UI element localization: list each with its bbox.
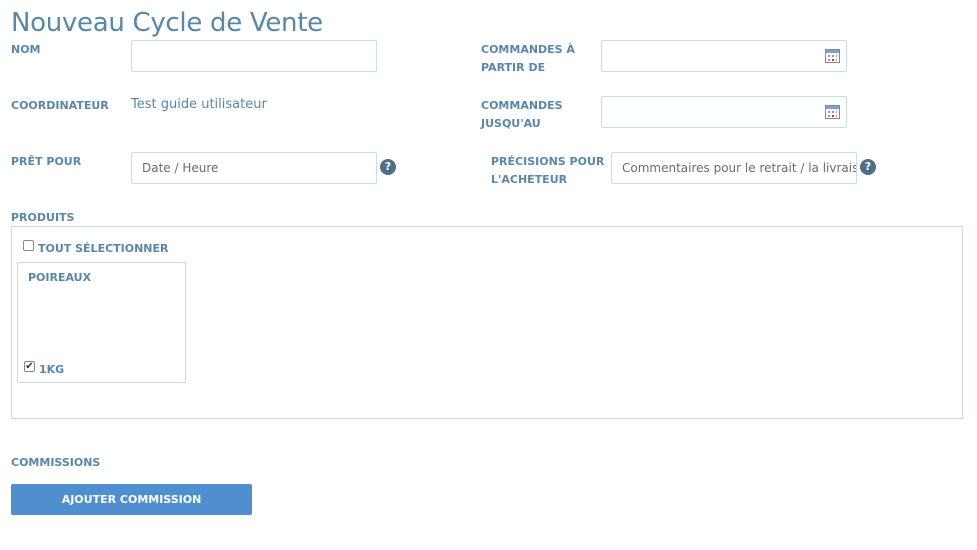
buyer-details-input[interactable]: Commentaires pour le retrait / la livrai…	[611, 152, 857, 184]
nom-label: NOM	[11, 43, 41, 56]
select-all-label[interactable]: TOUT SÉLECTIONNER	[38, 242, 169, 255]
buyer-details-label: PRÉCISIONS POUR L'ACHETEUR	[491, 155, 605, 186]
orders-until-date-input[interactable]	[601, 96, 847, 128]
variant-label[interactable]: 1KG	[39, 363, 64, 376]
orders-from-date-input[interactable]	[601, 40, 847, 72]
product-name: POIREAUX	[28, 271, 92, 284]
question-circle-icon[interactable]: ?	[380, 159, 396, 175]
add-coordinator-commission-button[interactable]: AJOUTER COMMISSION COORDINATEUR	[11, 484, 252, 537]
commissions-label: COMMISSIONS	[11, 456, 101, 469]
ready-for-datetime-input[interactable]: Date / Heure	[131, 152, 377, 184]
orders-until-label: COMMANDES JUSQU'AU	[481, 99, 563, 130]
variant-checkbox[interactable]: ✔	[24, 361, 35, 372]
products-label: PRODUITS	[11, 211, 75, 224]
page-title: Nouveau Cycle de Vente	[11, 8, 323, 38]
calendar-icon[interactable]	[825, 49, 840, 63]
nom-input[interactable]	[131, 40, 377, 72]
coordinator-label: COORDINATEUR	[11, 99, 109, 112]
calendar-icon[interactable]	[825, 105, 840, 119]
ready-for-label: PRÊT POUR	[11, 155, 82, 168]
orders-from-label: COMMANDES À PARTIR DE	[481, 43, 575, 74]
select-all-checkbox[interactable]	[23, 240, 34, 251]
coordinator-value: Test guide utilisateur	[131, 97, 267, 112]
question-circle-icon[interactable]: ?	[860, 159, 876, 175]
